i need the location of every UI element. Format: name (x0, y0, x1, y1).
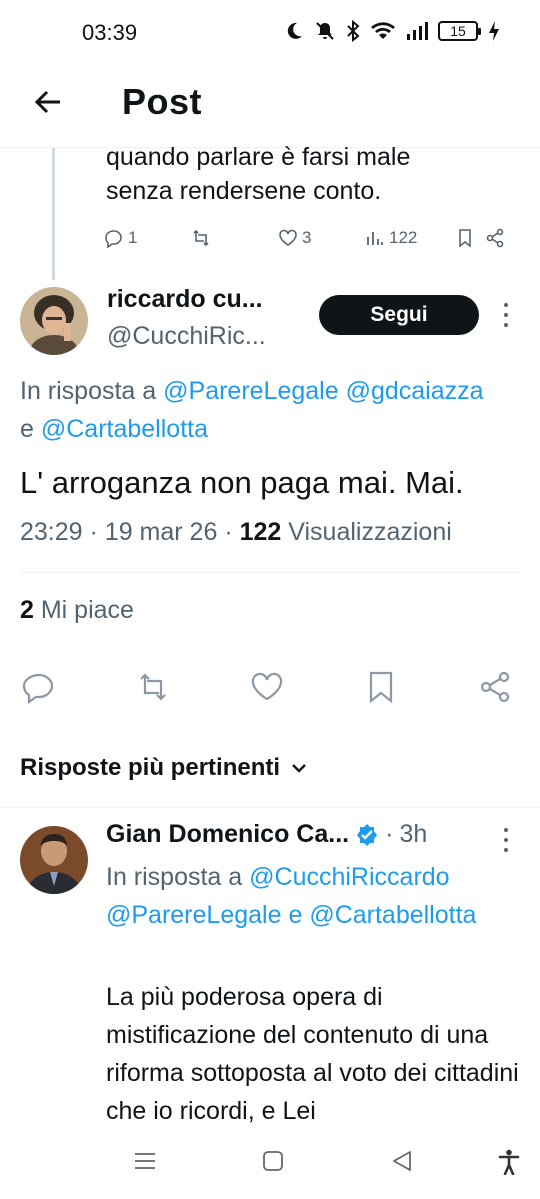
mention-link[interactable]: @Cartabellotta (41, 415, 208, 443)
bookmark-action[interactable] (455, 228, 485, 248)
battery-icon: 15 (438, 21, 481, 41)
triangle-back-icon (393, 1151, 411, 1171)
heart-icon (279, 229, 297, 246)
reply-author-name[interactable]: Gian Domenico Ca... (106, 820, 349, 849)
meta-sep: · (224, 518, 233, 546)
divider (0, 807, 540, 808)
reply-time[interactable]: 3h (399, 820, 427, 849)
moon-icon (287, 22, 302, 39)
home-square-icon (263, 1151, 283, 1171)
tweet-time[interactable]: 23:29 (20, 518, 83, 546)
reply-count: 1 (128, 228, 138, 247)
wifi-icon (371, 22, 395, 39)
avatar-image (20, 826, 88, 894)
retweet-icon (193, 229, 209, 247)
home-button[interactable] (262, 1149, 284, 1173)
views-action[interactable]: 122 (365, 228, 455, 248)
back-button[interactable] (30, 84, 66, 120)
share-icon (486, 228, 504, 248)
chevron-down-icon (292, 764, 306, 773)
previous-tweet-text: quando parlare è farsi male senza render… (106, 140, 526, 208)
avatar-image (20, 287, 88, 355)
share-action[interactable] (485, 228, 505, 248)
tweet-actions (22, 670, 512, 704)
mention-link[interactable]: @CucchiRiccardo (249, 863, 449, 891)
mute-icon (316, 22, 334, 40)
views-icon (367, 232, 383, 245)
arrow-left-icon (34, 90, 60, 114)
heart-icon (251, 672, 283, 701)
views-count: 122 (389, 228, 418, 247)
share-button[interactable] (478, 670, 512, 704)
status-icons: 15 (284, 20, 500, 42)
page-title: Post (122, 81, 203, 122)
retweet-action[interactable] (191, 228, 278, 248)
back-nav-button[interactable] (391, 1149, 413, 1173)
reply-action[interactable]: 1 (104, 228, 191, 248)
reply-context: In risposta a @CucchiRiccardo @ParereLeg… (106, 858, 526, 934)
previous-tweet-line-2: senza rendersene conto. (106, 177, 382, 205)
signal-icon (407, 22, 428, 40)
reply-button[interactable] (22, 670, 56, 704)
likes-summary[interactable]: 2 Mi piace (20, 596, 134, 625)
mention-link[interactable]: @ParereLegale (163, 377, 339, 405)
retweet-icon (140, 673, 166, 701)
tweet-meta: 23:29 · 19 mar 26 · 122 Visualizzazioni (20, 518, 452, 547)
likes-count: 2 (20, 596, 34, 624)
views-count: 122 (239, 518, 282, 546)
reply-author-row: Gian Domenico Ca... · 3h (106, 820, 427, 849)
author-handle[interactable]: @CucchiRic... (107, 322, 266, 351)
bookmark-button[interactable] (364, 670, 398, 704)
divider (20, 572, 520, 573)
reply-prefix: In risposta a (20, 377, 157, 405)
reply-icon (105, 230, 122, 248)
more-options-icon[interactable] (502, 828, 510, 852)
thread-line (52, 148, 55, 280)
recents-button[interactable] (133, 1149, 157, 1173)
sort-dropdown[interactable]: Risposte più pertinenti (20, 754, 308, 782)
follow-button[interactable]: Segui (319, 295, 479, 335)
previous-tweet-line-1: quando parlare è farsi male (106, 143, 411, 171)
like-button[interactable] (250, 670, 284, 704)
share-icon (480, 671, 510, 703)
status-time: 03:39 (82, 20, 138, 45)
reply-context: In risposta a @ParereLegale @gdcaiazza e… (20, 372, 540, 448)
like-count: 3 (302, 228, 312, 247)
tweet-text: L' arroganza non paga mai. Mai. (20, 465, 464, 500)
reply-tweet-text: La più poderosa opera di mistificazione … (106, 983, 519, 1125)
reply-icon (22, 673, 54, 704)
author-name[interactable]: riccardo cu... (107, 285, 263, 314)
previous-tweet-actions: 1 3 122 (104, 228, 505, 248)
like-action[interactable]: 3 (278, 228, 365, 248)
bluetooth-icon (347, 20, 360, 42)
bookmark-icon (459, 229, 471, 248)
mention-link[interactable]: @Cartabellotta (309, 901, 476, 929)
likes-label: Mi piace (40, 596, 134, 624)
verified-badge-icon (357, 823, 378, 846)
views-label: Visualizzazioni (288, 518, 452, 546)
mention-link[interactable]: @ParereLegale (106, 901, 282, 929)
more-options-icon[interactable] (502, 303, 510, 327)
reply-conjunction: e (288, 901, 303, 929)
tweet-date[interactable]: 19 mar 26 (105, 518, 218, 546)
mention-link[interactable]: @gdcaiazza (346, 377, 484, 405)
menu-icon (135, 1153, 155, 1169)
reply-conjunction: e (20, 415, 34, 443)
charging-icon (489, 21, 499, 41)
meta-sep: · (89, 518, 98, 546)
bookmark-icon (369, 671, 393, 704)
avatar[interactable] (20, 826, 88, 894)
sort-label: Risposte più pertinenti (20, 754, 281, 781)
reply-prefix: In risposta a (106, 863, 243, 891)
avatar[interactable] (20, 287, 88, 355)
accessibility-button[interactable] (498, 1149, 520, 1175)
reply-sep: · (385, 820, 394, 848)
retweet-button[interactable] (136, 670, 170, 704)
accessibility-icon (498, 1149, 520, 1175)
